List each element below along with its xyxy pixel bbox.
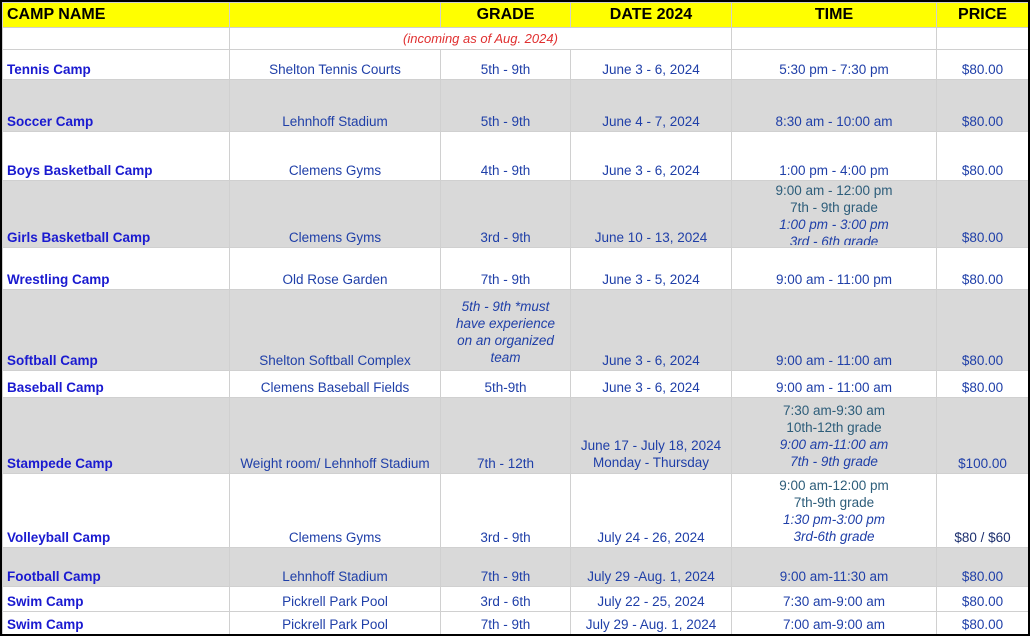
camp-name: Football Camp xyxy=(2,547,230,587)
header-time: TIME xyxy=(731,2,937,28)
header-date: DATE 2024 xyxy=(570,2,732,28)
camp-location: Lehnhoff Stadium xyxy=(229,547,441,587)
camp-name: Baseball Camp xyxy=(2,370,230,398)
camp-date: June 3 - 6, 2024 xyxy=(570,131,732,181)
header-grade: GRADE xyxy=(440,2,571,28)
camp-price: $80.00 xyxy=(936,370,1028,398)
grade-note: (incoming as of Aug. 2024) xyxy=(403,31,558,46)
camp-name: Softball Camp xyxy=(2,289,230,371)
camp-location: Weight room/ Lehnhoff Stadium xyxy=(229,397,441,474)
camp-price: $80.00 xyxy=(936,289,1028,371)
table-row: Girls Basketball Camp Clemens Gyms 3rd -… xyxy=(2,180,1028,248)
camp-name: Boys Basketball Camp xyxy=(2,131,230,181)
camp-grade: 3rd - 9th xyxy=(440,473,571,548)
camp-date: June 4 - 7, 2024 xyxy=(570,79,732,132)
camp-location: Clemens Gyms xyxy=(229,180,441,248)
camp-schedule-table: CAMP NAME GRADE DATE 2024 TIME PRICE (in… xyxy=(2,2,1028,634)
header-price: PRICE xyxy=(936,2,1028,28)
table-row: Tennis Camp Shelton Tennis Courts 5th - … xyxy=(2,49,1028,80)
camp-date: June 3 - 5, 2024 xyxy=(570,247,732,290)
camp-grade: 5th - 9th xyxy=(440,49,571,80)
camp-location: Pickrell Park Pool xyxy=(229,611,441,634)
table-row: Volleyball Camp Clemens Gyms 3rd - 9th J… xyxy=(2,473,1028,548)
camp-date: July 24 - 26, 2024 xyxy=(570,473,732,548)
camp-price: $80.00 xyxy=(936,49,1028,80)
camp-time: 7:30 am-9:30 am 10th-12th grade 9:00 am-… xyxy=(731,397,937,474)
camp-price: $80.00 xyxy=(936,79,1028,132)
table-row: Stampede Camp Weight room/ Lehnhoff Stad… xyxy=(2,397,1028,474)
camp-grade: 7th - 12th xyxy=(440,397,571,474)
camp-grade: 3rd - 9th xyxy=(440,180,571,248)
camp-name: Wrestling Camp xyxy=(2,247,230,290)
camp-time: 1:00 pm - 4:00 pm xyxy=(731,131,937,181)
camp-name: Swim Camp xyxy=(2,586,230,612)
camp-grade: 5th - 9th *must have experience on an or… xyxy=(440,289,571,371)
camp-grade: 5th-9th xyxy=(440,370,571,398)
table-row: Boys Basketball Camp Clemens Gyms 4th - … xyxy=(2,131,1028,181)
camp-time: 9:00 am - 12:00 pm 7th - 9th grade 1:00 … xyxy=(731,180,937,248)
camp-date: June 3 - 6, 2024 xyxy=(570,370,732,398)
header-row: CAMP NAME GRADE DATE 2024 TIME PRICE xyxy=(2,2,1028,28)
camp-price: $80.00 xyxy=(936,547,1028,587)
table-row: Baseball Camp Clemens Baseball Fields 5t… xyxy=(2,370,1028,398)
camp-grade: 5th - 9th xyxy=(440,79,571,132)
camp-location: Shelton Tennis Courts xyxy=(229,49,441,80)
camp-time: 7:00 am-9:00 am xyxy=(731,611,937,634)
camp-price: $80.00 xyxy=(936,247,1028,290)
camp-time: 9:00 am - 11:00 am xyxy=(731,289,937,371)
camp-price: $80 / $60 xyxy=(936,473,1028,548)
camp-location: Old Rose Garden xyxy=(229,247,441,290)
camp-price: $80.00 xyxy=(936,586,1028,612)
camp-time: 7:30 am-9:00 am xyxy=(731,586,937,612)
camp-name: Stampede Camp xyxy=(2,397,230,474)
table-row: Football Camp Lehnhoff Stadium 7th - 9th… xyxy=(2,547,1028,587)
camp-date: June 17 - July 18, 2024 Monday - Thursda… xyxy=(570,397,732,474)
camp-price: $80.00 xyxy=(936,180,1028,248)
camp-price: $80.00 xyxy=(936,611,1028,634)
camp-grade: 7th - 9th xyxy=(440,547,571,587)
camp-date: June 3 - 6, 2024 xyxy=(570,289,732,371)
table-row: Wrestling Camp Old Rose Garden 7th - 9th… xyxy=(2,247,1028,290)
camp-grade: 7th - 9th xyxy=(440,247,571,290)
camp-date: July 29 - Aug. 1, 2024 xyxy=(570,611,732,634)
camp-location: Lehnhoff Stadium xyxy=(229,79,441,132)
camp-location: Shelton Softball Complex xyxy=(229,289,441,371)
camp-location: Clemens Baseball Fields xyxy=(229,370,441,398)
camp-date: June 10 - 13, 2024 xyxy=(570,180,732,248)
camp-name: Girls Basketball Camp xyxy=(2,180,230,248)
header-location xyxy=(229,2,441,28)
note-row: (incoming as of Aug. 2024) xyxy=(2,27,1028,50)
camp-grade: 7th - 9th xyxy=(440,611,571,634)
table-row: Swim Camp Pickrell Park Pool 3rd - 6th J… xyxy=(2,586,1028,612)
camp-date: June 3 - 6, 2024 xyxy=(570,49,732,80)
camp-date: July 22 - 25, 2024 xyxy=(570,586,732,612)
camp-date: July 29 -Aug. 1, 2024 xyxy=(570,547,732,587)
table-row: Swim Camp Pickrell Park Pool 7th - 9th J… xyxy=(2,611,1028,634)
camp-price: $100.00 xyxy=(936,397,1028,474)
camp-schedule-sheet: CAMP NAME GRADE DATE 2024 TIME PRICE (in… xyxy=(0,0,1030,636)
camp-price: $80.00 xyxy=(936,131,1028,181)
camp-time: 9:00 am - 11:00 am xyxy=(731,370,937,398)
table-row: Soccer Camp Lehnhoff Stadium 5th - 9th J… xyxy=(2,79,1028,132)
camp-grade: 4th - 9th xyxy=(440,131,571,181)
camp-name: Tennis Camp xyxy=(2,49,230,80)
camp-name: Volleyball Camp xyxy=(2,473,230,548)
header-camp-name: CAMP NAME xyxy=(2,2,230,28)
camp-grade: 3rd - 6th xyxy=(440,586,571,612)
camp-time: 9:00 am-11:30 am xyxy=(731,547,937,587)
camp-name: Swim Camp xyxy=(2,611,230,634)
camp-time: 8:30 am - 10:00 am xyxy=(731,79,937,132)
camp-time: 5:30 pm - 7:30 pm xyxy=(731,49,937,80)
camp-location: Clemens Gyms xyxy=(229,131,441,181)
camp-location: Clemens Gyms xyxy=(229,473,441,548)
table-row: Softball Camp Shelton Softball Complex 5… xyxy=(2,289,1028,371)
camp-time: 9:00 am - 11:00 pm xyxy=(731,247,937,290)
camp-name: Soccer Camp xyxy=(2,79,230,132)
camp-location: Pickrell Park Pool xyxy=(229,586,441,612)
camp-time: 9:00 am-12:00 pm 7th-9th grade 1:30 pm-3… xyxy=(731,473,937,548)
